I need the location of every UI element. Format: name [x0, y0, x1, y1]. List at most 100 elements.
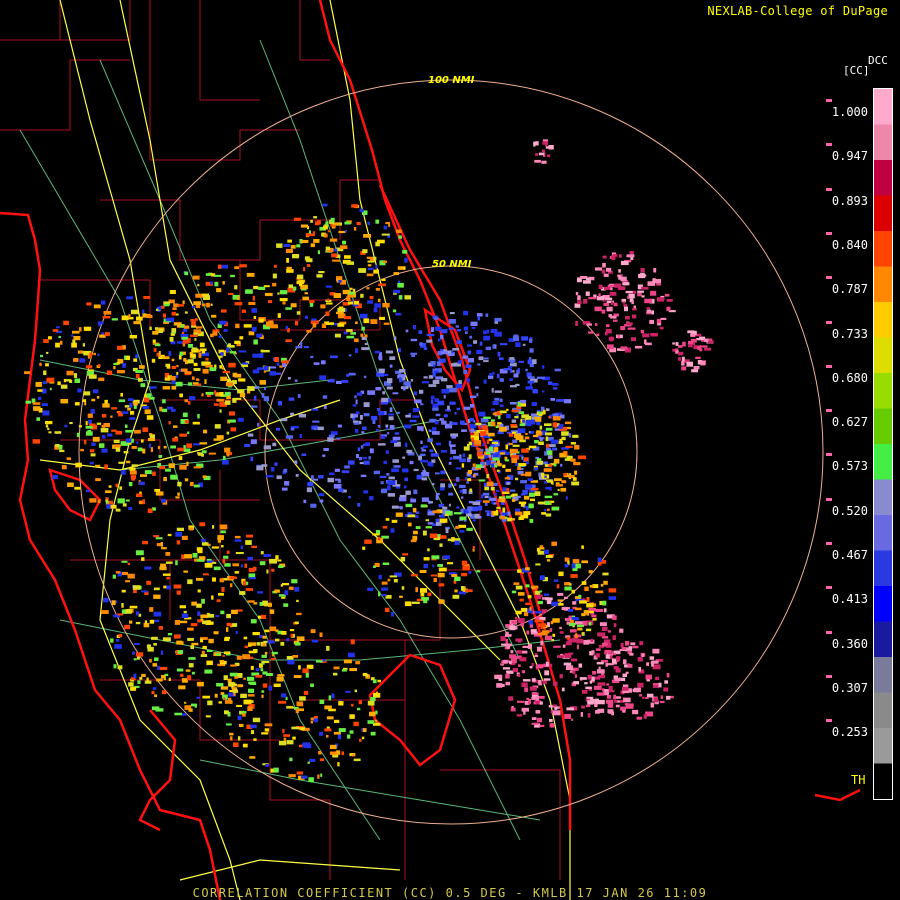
- echo-pixel: [419, 570, 427, 573]
- echo-pixel: [338, 701, 344, 706]
- echo-pixel: [640, 268, 645, 273]
- echo-pixel: [230, 583, 233, 588]
- echo-pixel: [166, 365, 171, 369]
- echo-pixel: [645, 674, 652, 680]
- echo-pixel: [290, 245, 296, 249]
- echo-pixel: [219, 355, 223, 358]
- echo-pixel: [167, 633, 173, 636]
- echo-pixel: [391, 505, 399, 509]
- echo-pixel: [158, 306, 162, 311]
- echo-pixel: [389, 425, 395, 430]
- echo-pixel: [276, 676, 284, 682]
- echo-pixel: [373, 692, 381, 698]
- echo-pixel: [402, 456, 406, 459]
- echo-pixel: [228, 682, 234, 686]
- echo-pixel: [201, 303, 206, 307]
- echo-pixel: [291, 726, 300, 730]
- echo-pixel: [329, 378, 335, 383]
- echo-pixel: [152, 331, 159, 335]
- echo-pixel: [427, 548, 430, 552]
- echo-pixel: [98, 377, 105, 382]
- echo-pixel: [579, 677, 587, 680]
- echo-pixel: [582, 689, 588, 694]
- echo-pixel: [575, 321, 578, 326]
- echo-pixel: [77, 388, 82, 393]
- echo-pixel: [319, 499, 324, 503]
- echo-pixel: [381, 535, 389, 539]
- echo-pixel: [535, 141, 539, 146]
- echo-pixel: [536, 421, 541, 426]
- echo-pixel: [115, 447, 121, 452]
- echo-pixel: [202, 368, 209, 374]
- echo-pixel: [25, 400, 31, 404]
- echo-pixel: [161, 408, 168, 413]
- echo-pixel: [146, 580, 152, 585]
- echo-pixel: [552, 413, 559, 417]
- echo-pixel: [467, 506, 473, 511]
- echo-pixel: [271, 467, 275, 472]
- echo-pixel: [541, 512, 546, 515]
- echo-pixel: [637, 657, 643, 662]
- echo-pixel: [578, 455, 587, 460]
- echo-pixel: [622, 301, 626, 304]
- echo-pixel: [192, 382, 199, 385]
- echo-pixel: [423, 376, 428, 379]
- echo-pixel: [401, 586, 405, 590]
- echo-pixel: [593, 685, 602, 690]
- echo-pixel: [252, 369, 260, 374]
- echo-pixel: [253, 339, 258, 345]
- echo-pixel: [440, 483, 445, 488]
- echo-pixel: [420, 440, 423, 444]
- legend-tick-mark: [826, 630, 832, 634]
- echo-pixel: [222, 654, 225, 657]
- echo-pixel: [98, 363, 101, 367]
- echo-pixel: [595, 653, 600, 658]
- echo-pixel: [286, 706, 295, 709]
- echo-pixel: [74, 378, 81, 383]
- echo-pixel: [548, 416, 551, 419]
- echo-pixel: [423, 563, 429, 569]
- echo-pixel: [434, 420, 439, 425]
- echo-pixel: [529, 665, 533, 669]
- echo-pixel: [214, 274, 222, 277]
- echo-pixel: [32, 402, 41, 405]
- echo-pixel: [697, 346, 701, 350]
- echo-pixel: [378, 411, 385, 416]
- echo-pixel: [431, 459, 436, 463]
- echo-pixel: [675, 342, 679, 346]
- echo-pixel: [141, 590, 148, 593]
- echo-pixel: [491, 501, 494, 504]
- echo-pixel: [592, 618, 597, 621]
- echo-pixel: [215, 615, 220, 618]
- echo-pixel: [101, 332, 104, 335]
- echo-pixel: [466, 527, 473, 531]
- echo-pixel: [524, 457, 529, 462]
- echo-pixel: [173, 425, 178, 428]
- echo-pixel: [181, 336, 189, 340]
- echo-pixel: [370, 731, 376, 736]
- echo-pixel: [55, 342, 60, 348]
- echo-pixel: [517, 592, 525, 596]
- echo-pixel: [237, 417, 244, 422]
- echo-pixel: [611, 301, 614, 306]
- echo-pixel: [527, 478, 533, 481]
- echo-pixel: [486, 474, 490, 479]
- echo-pixel: [388, 222, 391, 227]
- echo-pixel: [133, 401, 138, 406]
- echo-pixel: [261, 393, 265, 398]
- echo-pixel: [461, 496, 464, 499]
- echo-pixel: [271, 657, 276, 661]
- echo-pixel: [131, 446, 137, 449]
- echo-pixel: [426, 339, 433, 343]
- echo-pixel: [506, 414, 511, 419]
- echo-pixel: [301, 775, 308, 779]
- echo-pixel: [110, 504, 117, 509]
- echo-pixel: [174, 712, 182, 716]
- echo-pixel: [138, 613, 142, 617]
- echo-pixel: [485, 510, 490, 513]
- echo-pixel: [548, 464, 553, 467]
- echo-pixel: [298, 413, 306, 418]
- echo-pixel: [184, 311, 188, 314]
- echo-pixel: [517, 674, 521, 678]
- echo-pixel: [489, 497, 497, 501]
